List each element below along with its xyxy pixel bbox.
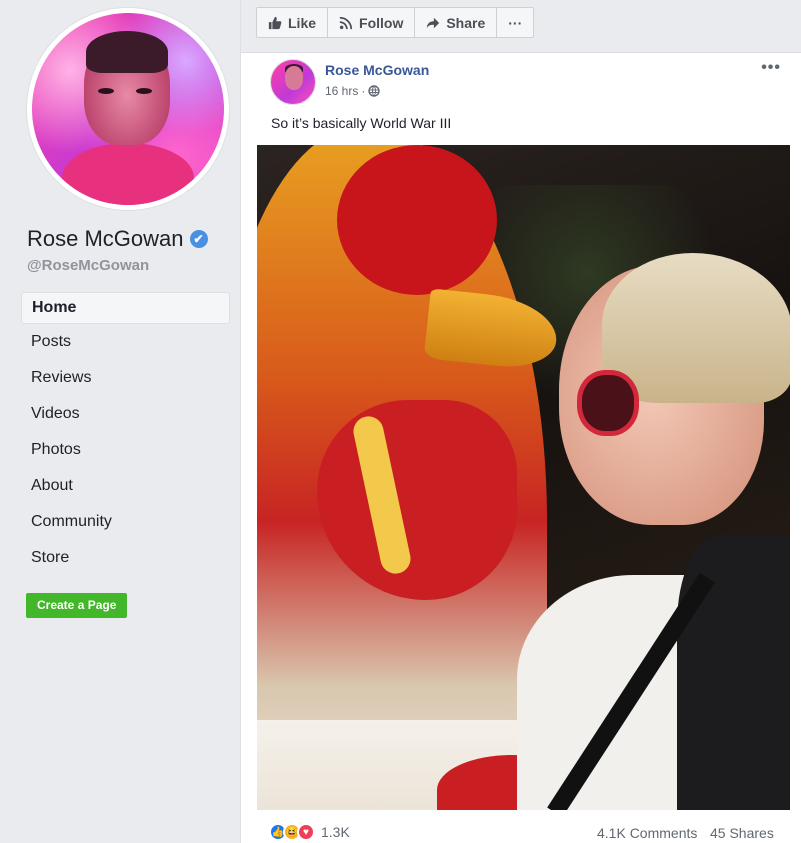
more-dots-icon: ··· bbox=[508, 14, 523, 31]
page-handle[interactable]: @RoseMcGowan bbox=[27, 257, 149, 274]
post-photo[interactable] bbox=[257, 145, 790, 810]
follow-label: Follow bbox=[359, 14, 404, 31]
meta-separator: · bbox=[361, 84, 366, 98]
page-action-bar: Like Follow Share ··· bbox=[256, 7, 535, 38]
love-reaction-icon: ♥ bbox=[297, 823, 315, 841]
share-label: Share bbox=[446, 14, 486, 31]
post-timestamp[interactable]: 16 hrs bbox=[325, 84, 358, 98]
shares-count-link[interactable]: 45 Shares bbox=[710, 825, 774, 841]
nav-item-posts[interactable]: Posts bbox=[21, 325, 230, 361]
nav-item-about[interactable]: About bbox=[21, 469, 230, 505]
reaction-count: 1.3K bbox=[321, 824, 350, 840]
like-label: Like bbox=[288, 14, 317, 31]
page-name-text[interactable]: Rose McGowan bbox=[27, 226, 184, 252]
page-title[interactable]: Rose McGowan ✔ bbox=[27, 226, 208, 252]
nav-item-store[interactable]: Store bbox=[21, 541, 230, 577]
create-page-button[interactable]: Create a Page bbox=[26, 593, 128, 618]
post-card: Rose McGowan 16 hrs · ••• So it’s basica… bbox=[241, 52, 801, 843]
verified-badge-icon: ✔ bbox=[189, 230, 208, 248]
like-page-button[interactable]: Like bbox=[257, 8, 329, 37]
thumbs-up-icon bbox=[268, 16, 282, 29]
nav-item-home[interactable]: Home bbox=[21, 292, 230, 324]
nav-item-photos[interactable]: Photos bbox=[21, 433, 230, 469]
avatar bbox=[32, 13, 224, 205]
nav-item-reviews[interactable]: Reviews bbox=[21, 361, 230, 397]
profile-picture[interactable] bbox=[27, 8, 229, 210]
nav-item-videos[interactable]: Videos bbox=[21, 397, 230, 433]
globe-icon bbox=[368, 85, 381, 97]
post-author-avatar[interactable] bbox=[270, 59, 316, 105]
rss-icon bbox=[339, 16, 353, 29]
share-page-button[interactable]: Share bbox=[415, 8, 498, 37]
post-options-icon[interactable]: ••• bbox=[761, 59, 781, 77]
share-arrow-icon bbox=[427, 17, 440, 28]
post-text: So it’s basically World War III bbox=[271, 115, 452, 131]
nav-item-community[interactable]: Community bbox=[21, 505, 230, 541]
follow-page-button[interactable]: Follow bbox=[328, 8, 416, 37]
post-author-name[interactable]: Rose McGowan bbox=[325, 62, 429, 78]
page-sidebar: Rose McGowan ✔ @RoseMcGowan Home Posts R… bbox=[0, 0, 241, 843]
more-options-button[interactable]: ··· bbox=[497, 8, 533, 37]
comments-count-link[interactable]: 4.1K Comments bbox=[597, 825, 697, 841]
post-meta: 16 hrs · bbox=[325, 84, 381, 98]
page-nav: Home Posts Reviews Videos Photos About C… bbox=[21, 292, 230, 577]
reactions-summary[interactable]: 👍 😆 ♥ 1.3K bbox=[269, 823, 350, 841]
